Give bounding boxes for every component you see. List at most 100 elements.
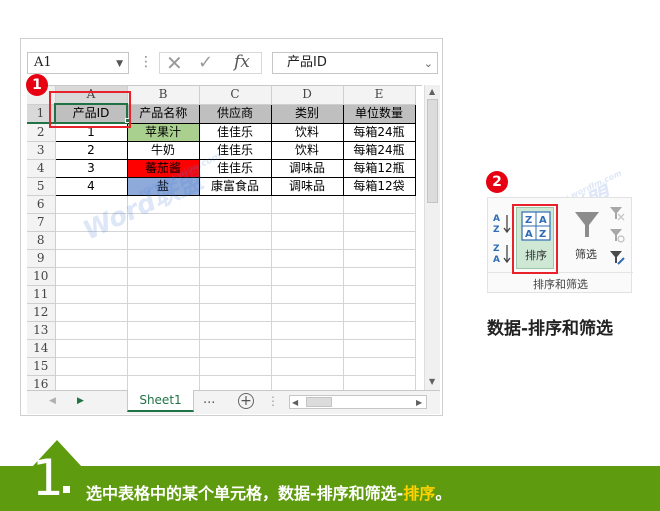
empty-cell[interactable] (55, 285, 128, 304)
chevron-down-icon[interactable]: ▼ (116, 54, 123, 74)
column-header[interactable]: D (271, 86, 344, 105)
empty-cell[interactable] (271, 231, 344, 250)
empty-cell[interactable] (271, 339, 344, 358)
empty-cell[interactable] (343, 231, 416, 250)
table-cell[interactable]: 每箱12瓶 (342, 159, 416, 178)
more-tabs[interactable]: ... (203, 392, 215, 407)
empty-cell[interactable] (271, 213, 344, 232)
empty-cell[interactable] (343, 357, 416, 376)
empty-cell[interactable] (271, 195, 344, 214)
table-cell[interactable]: 牛奶 (126, 141, 200, 160)
empty-cell[interactable] (55, 357, 128, 376)
empty-cell[interactable] (343, 339, 416, 358)
empty-cell[interactable] (127, 249, 200, 268)
empty-cell[interactable] (343, 195, 416, 214)
table-cell[interactable]: 3 (54, 159, 128, 178)
row-header[interactable]: 14 (27, 339, 56, 358)
empty-cell[interactable] (199, 267, 272, 286)
row-header[interactable]: 11 (27, 285, 56, 304)
table-cell[interactable]: 类别 (270, 103, 344, 124)
column-header[interactable]: B (127, 86, 200, 105)
empty-cell[interactable] (271, 285, 344, 304)
row-header[interactable]: 7 (27, 213, 56, 232)
cancel-icon[interactable]: ✕ (166, 51, 183, 75)
insert-function-icon[interactable]: fx (234, 52, 250, 72)
scroll-down-icon[interactable]: ▼ (429, 377, 435, 386)
empty-cell[interactable] (127, 357, 200, 376)
row-header[interactable]: 3 (27, 141, 56, 160)
empty-cell[interactable] (199, 195, 272, 214)
empty-cell[interactable] (271, 357, 344, 376)
empty-cell[interactable] (127, 267, 200, 286)
empty-cell[interactable] (343, 267, 416, 286)
empty-cell[interactable] (127, 303, 200, 322)
expand-formula-icon[interactable]: ⌄ (424, 54, 433, 74)
clear-filter-icon[interactable] (609, 205, 625, 221)
empty-cell[interactable] (199, 213, 272, 232)
empty-cell[interactable] (199, 321, 272, 340)
table-cell[interactable]: 产品名称 (126, 103, 200, 124)
filter-button[interactable]: 筛选 (568, 207, 604, 269)
table-cell[interactable]: 康富食品 (198, 177, 272, 196)
column-header[interactable]: C (199, 86, 272, 105)
empty-cell[interactable] (199, 339, 272, 358)
empty-cell[interactable] (343, 321, 416, 340)
empty-cell[interactable] (343, 213, 416, 232)
tab-scroll-right-icon[interactable]: ▶ (77, 396, 84, 406)
horizontal-scrollbar[interactable]: ◀ ▶ (289, 395, 427, 409)
add-sheet-icon[interactable]: + (238, 393, 254, 409)
table-cell[interactable]: 饮料 (270, 122, 344, 142)
empty-cell[interactable] (271, 375, 344, 390)
row-header[interactable]: 16 (27, 375, 56, 390)
table-cell[interactable]: 饮料 (270, 141, 344, 160)
empty-cell[interactable] (127, 339, 200, 358)
row-header[interactable]: 13 (27, 321, 56, 340)
table-cell[interactable]: 4 (54, 177, 128, 196)
table-cell[interactable]: 调味品 (270, 159, 344, 178)
table-cell[interactable]: 单位数量 (342, 103, 416, 124)
empty-cell[interactable] (55, 375, 128, 390)
empty-cell[interactable] (55, 249, 128, 268)
empty-cell[interactable] (55, 303, 128, 322)
table-cell[interactable]: 供应商 (198, 103, 272, 124)
empty-cell[interactable] (343, 249, 416, 268)
empty-cell[interactable] (199, 231, 272, 250)
empty-cell[interactable] (343, 303, 416, 322)
empty-cell[interactable] (127, 231, 200, 250)
sort-ascending-button[interactable]: A Z (492, 211, 514, 235)
vertical-scrollbar[interactable]: ▲ ▼ (424, 85, 440, 390)
scroll-up-icon[interactable]: ▲ (429, 87, 435, 96)
row-header[interactable]: 12 (27, 303, 56, 322)
table-cell[interactable]: 2 (54, 141, 128, 160)
empty-cell[interactable] (271, 321, 344, 340)
tab-sheet1[interactable]: Sheet1 (127, 390, 194, 412)
table-cell[interactable]: 调味品 (270, 177, 344, 196)
empty-cell[interactable] (127, 375, 200, 390)
tab-splitter[interactable]: ⋮ (267, 394, 279, 408)
empty-cell[interactable] (55, 321, 128, 340)
table-cell[interactable]: 每箱24瓶 (342, 141, 416, 160)
table-cell[interactable]: 每箱12袋 (342, 177, 416, 196)
scroll-right-icon[interactable]: ▶ (416, 398, 422, 407)
formula-input[interactable]: 产品ID ⌄ (272, 52, 438, 74)
row-header[interactable]: 10 (27, 267, 56, 286)
enter-check-icon[interactable]: ✓ (198, 52, 213, 73)
table-cell[interactable]: 苹果汁 (126, 122, 200, 142)
empty-cell[interactable] (199, 375, 272, 390)
tab-scroll-left-icon[interactable]: ◀ (49, 396, 56, 406)
row-header[interactable]: 4 (27, 159, 56, 178)
row-header[interactable]: 5 (27, 177, 56, 196)
reapply-filter-icon[interactable] (609, 227, 625, 243)
column-header[interactable]: E (343, 86, 416, 105)
empty-cell[interactable] (271, 267, 344, 286)
table-cell[interactable]: 佳佳乐 (198, 122, 272, 142)
name-box[interactable]: A1 ▼ (27, 52, 129, 74)
scrollbar-thumb[interactable] (427, 99, 438, 203)
table-cell[interactable]: 每箱24瓶 (342, 122, 416, 142)
empty-cell[interactable] (271, 249, 344, 268)
empty-cell[interactable] (199, 285, 272, 304)
empty-cell[interactable] (343, 285, 416, 304)
empty-cell[interactable] (199, 357, 272, 376)
empty-cell[interactable] (271, 303, 344, 322)
empty-cell[interactable] (127, 321, 200, 340)
